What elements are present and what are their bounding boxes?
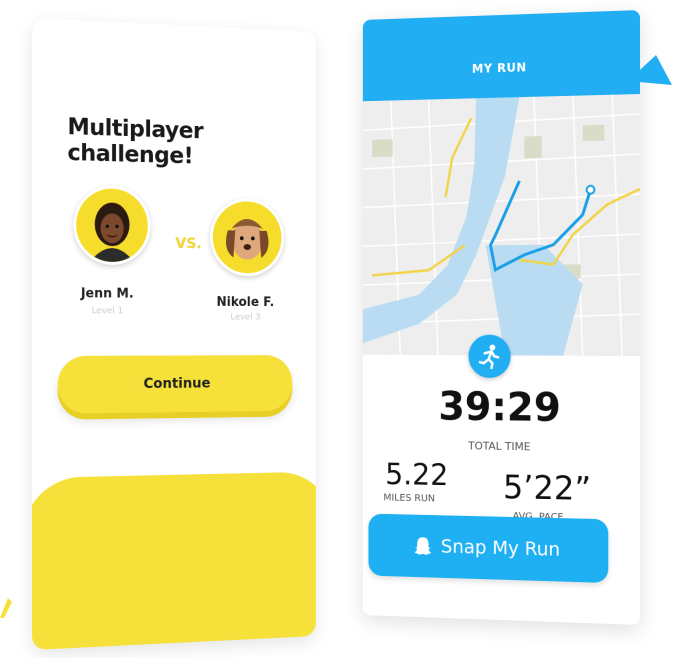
- run-header-title: MY RUN: [471, 60, 527, 76]
- miles-run-value: 5.22: [385, 457, 449, 493]
- continue-button[interactable]: Continue: [57, 355, 293, 414]
- player-2-name: Nikole F.: [216, 295, 275, 310]
- ghost-icon: [414, 536, 432, 556]
- versus-label: VS.: [175, 234, 202, 253]
- decorative-yellow-edge: [0, 598, 12, 618]
- runner-badge: [468, 334, 511, 379]
- run-header: MY RUN: [362, 10, 640, 102]
- avg-pace-value: 5’22”: [502, 467, 592, 508]
- player-1-avatar: [73, 184, 151, 266]
- total-time-value: 39:29: [438, 384, 561, 431]
- map-route-icon: [362, 94, 640, 356]
- route-map[interactable]: [362, 94, 640, 356]
- challenge-title: Multiplayer challenge!: [67, 114, 204, 170]
- runner-icon: [477, 344, 502, 369]
- bitmoji-dog-filter-avatar-icon: [212, 200, 282, 274]
- challenge-card: Multiplayer challenge! VS. Jenn M. Level…: [32, 18, 316, 650]
- bitmoji-avatar-icon: [76, 188, 148, 263]
- player-1-level: Level 1: [91, 306, 123, 317]
- decorative-flag-icon: [628, 55, 672, 85]
- player-2-avatar: [210, 197, 285, 277]
- total-time-label: TOTAL TIME: [468, 439, 531, 454]
- run-summary-card: MY RUN 39:29 TOTAL TIME 5.22 MILES RUN 5…: [362, 10, 640, 625]
- player-2-level: Level 3: [230, 312, 261, 323]
- snap-my-run-button[interactable]: Snap My Run: [368, 513, 609, 584]
- player-1-name: Jenn M.: [80, 286, 134, 302]
- miles-run-label: MILES RUN: [383, 492, 435, 505]
- snap-my-run-label: Snap My Run: [440, 535, 561, 561]
- decorative-yellow-blob: [32, 471, 316, 650]
